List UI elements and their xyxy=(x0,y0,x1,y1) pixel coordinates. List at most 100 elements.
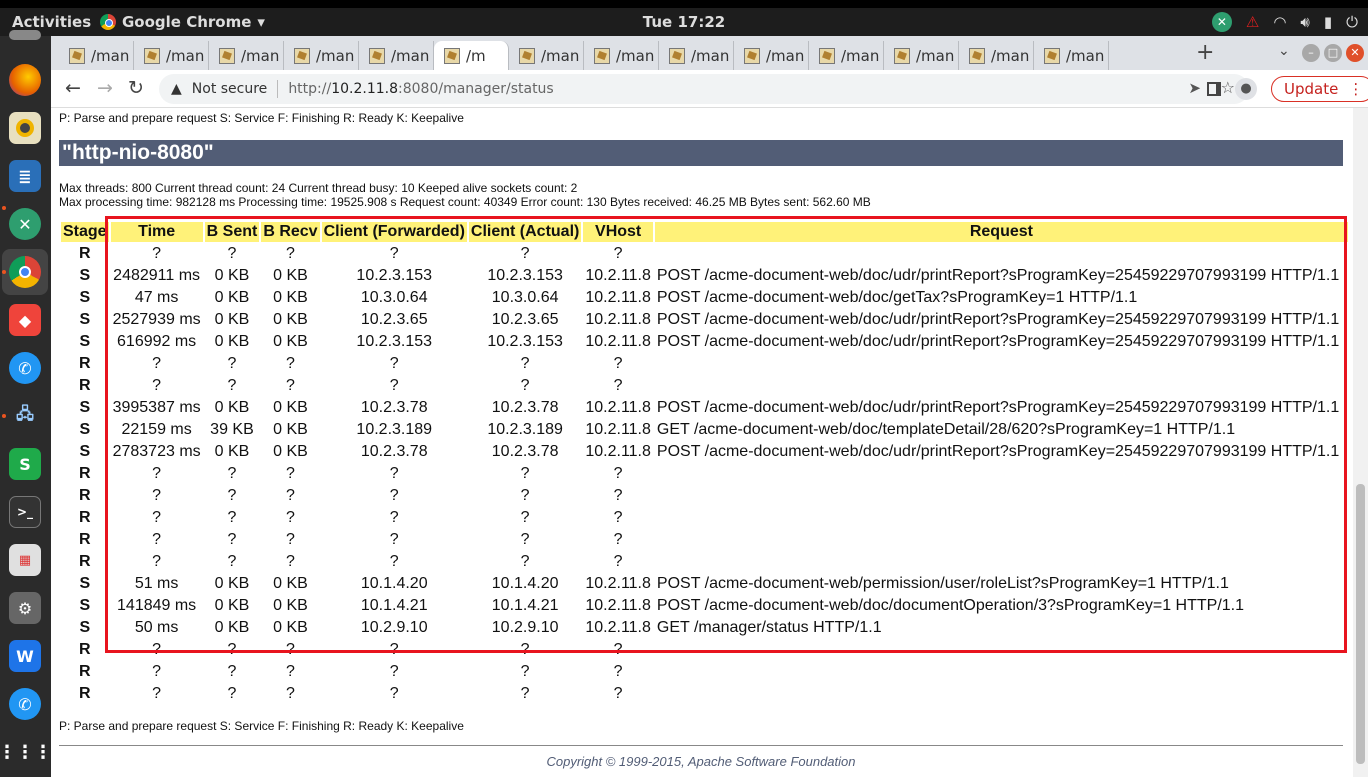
address-bar[interactable]: ▲ Not secure http://10.2.11.8:8080/manag… xyxy=(159,74,1249,104)
browser-tab[interactable]: /m xyxy=(434,41,509,70)
browser-tab[interactable]: /man xyxy=(209,41,284,70)
tab-search-chevron-icon[interactable]: ⌄ xyxy=(1278,43,1290,59)
back-arrow-icon[interactable]: ← xyxy=(65,77,81,99)
rhythmbox-icon[interactable] xyxy=(9,112,41,144)
cell-client-actual: 10.2.3.65 xyxy=(491,311,559,328)
anydesk-icon[interactable]: ◆ xyxy=(9,304,41,336)
cell-bytes-recv: ? xyxy=(285,641,295,658)
cell-bytes-sent: ? xyxy=(227,465,237,482)
tab-title: /man xyxy=(166,46,205,65)
cell-client-forwarded: 10.2.3.78 xyxy=(360,399,428,416)
column-header-vhost: VHost xyxy=(583,222,653,242)
footer-divider xyxy=(59,745,1343,746)
new-tab-button[interactable]: + xyxy=(1196,40,1214,65)
chrome-icon[interactable] xyxy=(9,256,41,288)
browser-tab[interactable]: /man xyxy=(659,41,734,70)
browser-tab[interactable]: /man xyxy=(359,41,434,70)
wps-icon[interactable]: W xyxy=(9,640,41,672)
cell-client-forwarded: 10.2.9.10 xyxy=(360,619,428,636)
close-button[interactable]: ✕ xyxy=(1346,44,1364,62)
cell-request xyxy=(655,552,1348,572)
browser-tab[interactable]: /man xyxy=(1034,41,1109,70)
power-icon[interactable]: ⏻ xyxy=(1346,13,1358,31)
cell-client-actual: ? xyxy=(520,641,530,658)
cell-bytes-sent: 0 KB xyxy=(214,289,250,306)
browser-tab[interactable]: /man xyxy=(734,41,809,70)
reload-icon[interactable]: ↻ xyxy=(128,77,144,99)
cell-client-actual: 10.2.9.10 xyxy=(491,619,559,636)
firefox-icon[interactable] xyxy=(9,64,41,96)
cell-vhost: ? xyxy=(613,509,623,526)
browser-tab[interactable]: /man xyxy=(284,41,359,70)
network-icon[interactable]: 🖧︎ xyxy=(9,400,41,432)
libreoffice-writer-icon[interactable]: ≣ xyxy=(9,160,41,192)
activities-button[interactable]: Activities xyxy=(12,13,91,31)
warning-triangle-icon[interactable]: ▲ xyxy=(171,81,182,97)
page-scrollbar[interactable] xyxy=(1353,108,1368,777)
security-label[interactable]: Not secure xyxy=(192,81,268,97)
wifi-icon[interactable]: ◠ xyxy=(1273,13,1286,31)
cell-stage: S xyxy=(79,267,91,284)
table-header-row: Stage Time B Sent B Recv Client (Forwarded) C… xyxy=(61,222,1348,242)
browser-tab[interactable]: /man xyxy=(509,41,584,70)
cell-time: ? xyxy=(152,509,162,526)
app-grid-icon[interactable]: ⋮⋮⋮ xyxy=(0,736,52,768)
cell-vhost: 10.2.11.8 xyxy=(585,575,651,592)
app-menu[interactable]: Google Chrome ▾ xyxy=(100,13,265,31)
cell-time: 47 ms xyxy=(134,289,179,306)
side-panel-icon[interactable] xyxy=(1207,82,1221,96)
battery-icon[interactable]: ▮ xyxy=(1324,13,1332,31)
phone-icon[interactable]: ✆ xyxy=(9,352,41,384)
send-icon[interactable]: ➤ xyxy=(1188,79,1201,97)
cell-time: ? xyxy=(152,685,162,702)
settings-icon[interactable]: ⚙ xyxy=(9,592,41,624)
cell-vhost: 10.2.11.8 xyxy=(585,619,651,636)
tomcat-favicon-icon xyxy=(369,47,385,64)
tomcat-favicon-icon xyxy=(594,47,610,64)
cell-time: 141849 ms xyxy=(117,597,197,614)
cell-request: POST /acme-document-web/doc/udr/printRep… xyxy=(656,399,1340,416)
browser-tab[interactable]: /man xyxy=(959,41,1034,70)
cell-client-forwarded: 10.1.4.21 xyxy=(360,597,428,614)
maximize-button[interactable]: □ xyxy=(1324,44,1342,62)
calculator-icon[interactable]: ▦ xyxy=(9,544,41,576)
cell-client-forwarded: ? xyxy=(389,509,399,526)
browser-tab[interactable]: /man xyxy=(809,41,884,70)
file-cabinet-icon[interactable] xyxy=(9,30,41,40)
omnibox-separator xyxy=(277,80,279,98)
browser-tab[interactable]: /man xyxy=(59,41,134,70)
browser-tab[interactable]: /man xyxy=(134,41,209,70)
cell-vhost: ? xyxy=(613,663,623,680)
terminal-icon[interactable]: >_ xyxy=(9,496,41,528)
update-button[interactable]: Update ⋮ xyxy=(1271,76,1368,102)
app-menu-label: Google Chrome xyxy=(122,13,252,31)
cell-request xyxy=(655,464,1348,484)
phone-icon[interactable]: ✆ xyxy=(9,688,41,720)
sheets-icon[interactable]: S xyxy=(9,448,41,480)
profile-avatar-icon[interactable]: ● xyxy=(1235,78,1257,100)
cell-client-actual: ? xyxy=(520,355,530,372)
browser-tab[interactable]: /man xyxy=(584,41,659,70)
cell-bytes-recv: ? xyxy=(285,377,295,394)
url-text[interactable]: http://10.2.11.8:8080/manager/status xyxy=(288,81,553,97)
cell-bytes-sent: ? xyxy=(227,487,237,504)
warning-icon[interactable]: ⚠ xyxy=(1246,13,1259,31)
xmind-icon[interactable]: ✕ xyxy=(9,208,41,240)
system-tray[interactable]: ✕ ⚠ ◠ 🔊︎ ▮ ⏻ xyxy=(1211,12,1358,32)
table-row: R?????? xyxy=(61,486,1348,506)
cell-bytes-sent: ? xyxy=(227,531,237,548)
forward-arrow-icon[interactable]: → xyxy=(97,77,113,99)
cell-client-actual: 10.2.3.153 xyxy=(487,333,563,350)
xmind-icon[interactable]: ✕ xyxy=(1211,12,1232,32)
minimize-button[interactable]: – xyxy=(1302,44,1320,62)
column-header-bytes-sent: B Sent xyxy=(204,222,260,242)
cell-client-forwarded: ? xyxy=(389,487,399,504)
browser-tab[interactable]: /man xyxy=(884,41,959,70)
cell-stage: R xyxy=(79,355,91,372)
table-row: R?????? xyxy=(61,464,1348,484)
cell-request xyxy=(655,508,1348,528)
volume-icon[interactable]: 🔊︎ xyxy=(1300,13,1309,31)
connector-header: "http-nio-8080" xyxy=(59,140,1343,166)
scrollbar-thumb[interactable] xyxy=(1356,484,1365,764)
table-row: R?????? xyxy=(61,684,1348,704)
